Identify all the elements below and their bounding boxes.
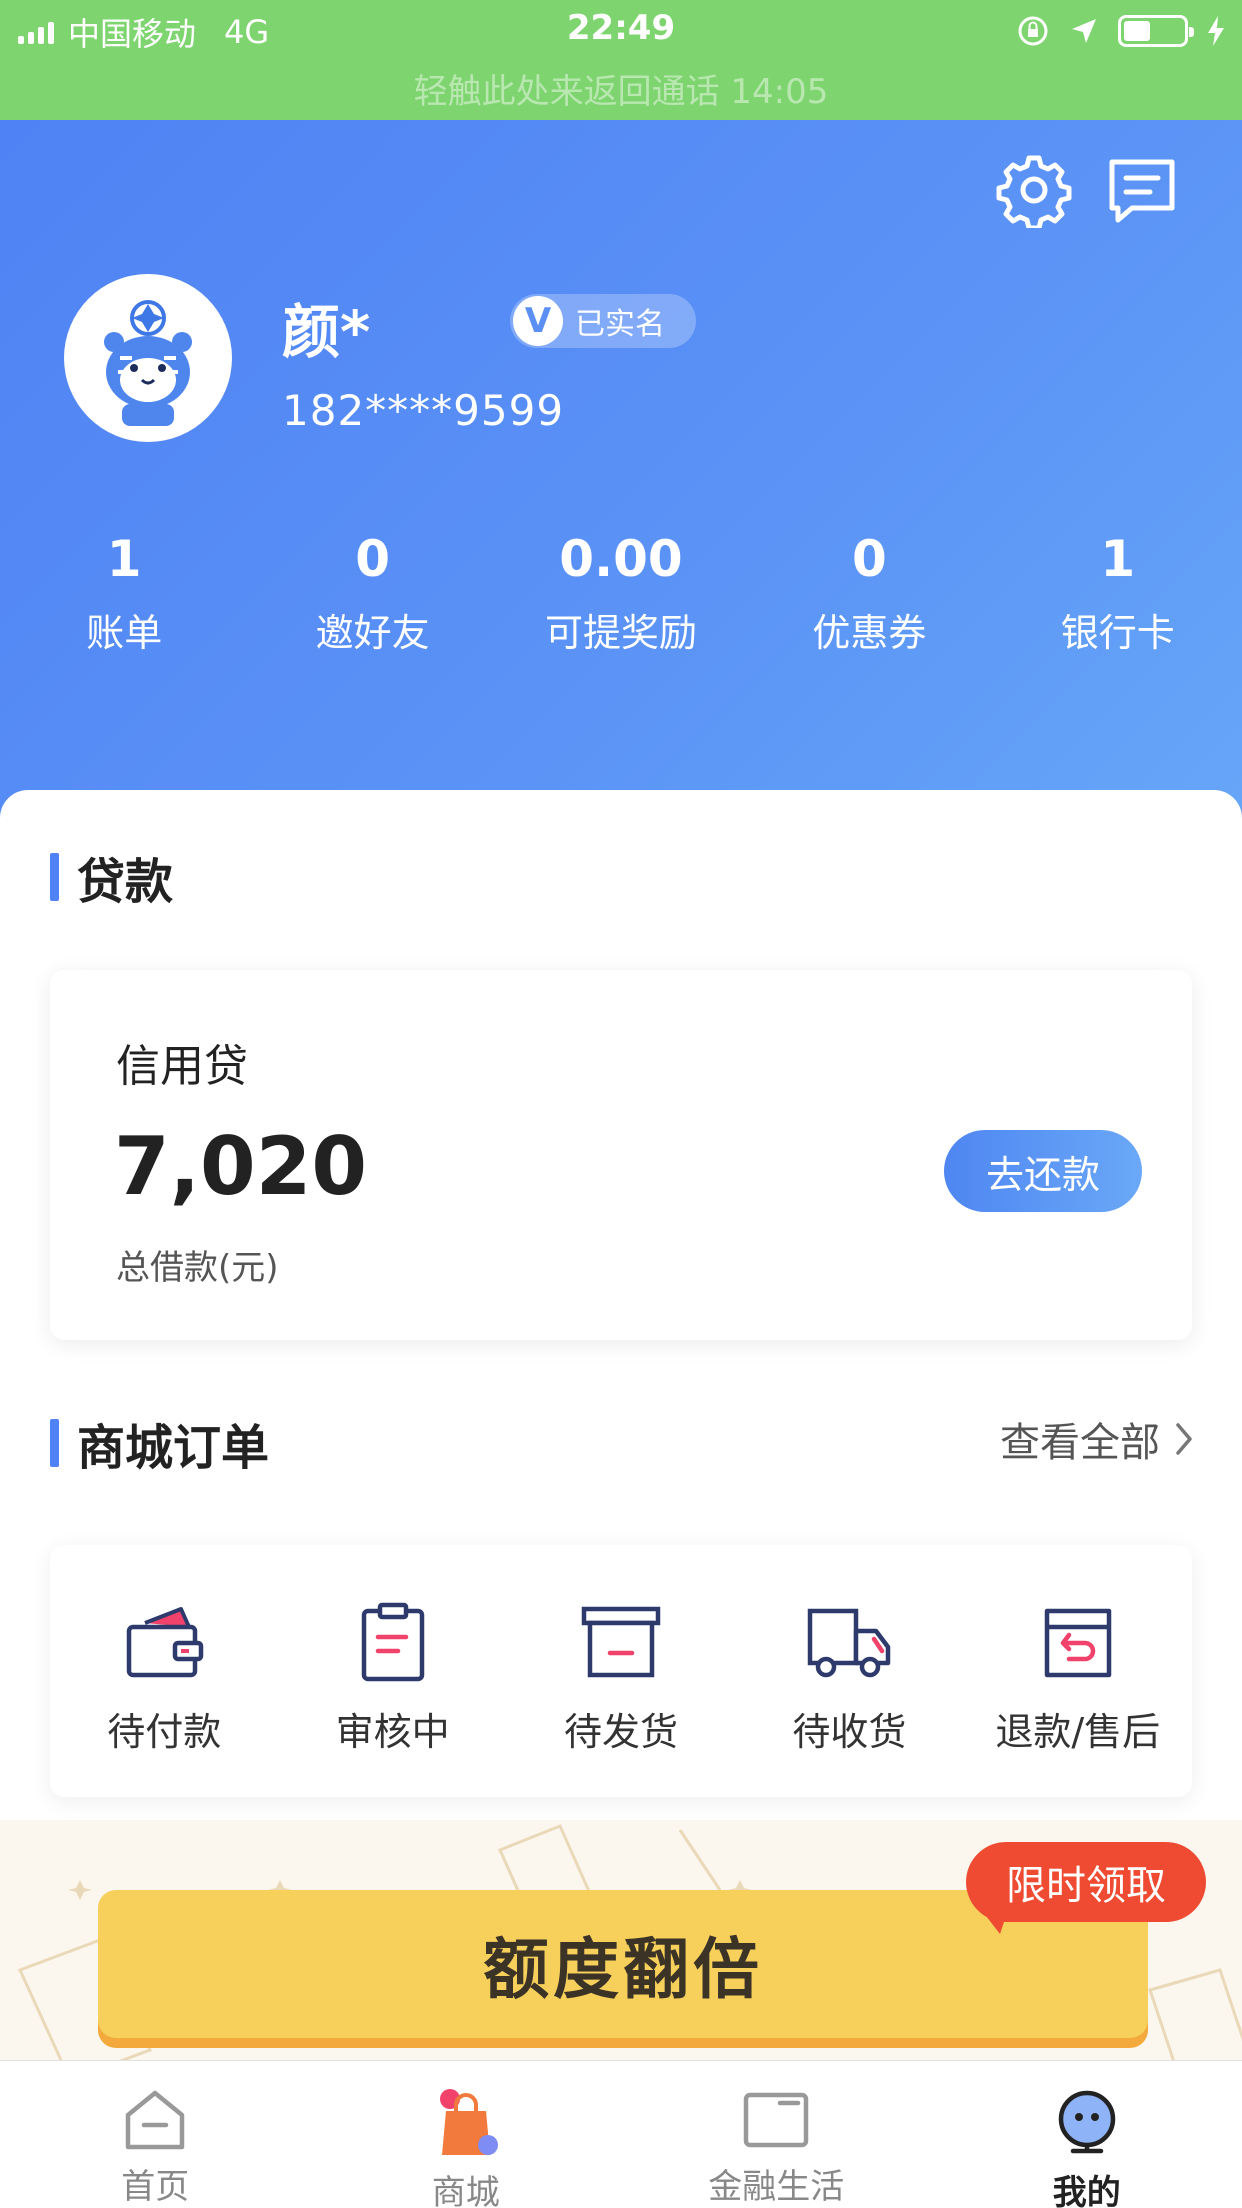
stat-label: 优惠券 (812, 611, 927, 655)
stat-label: 银行卡 (1060, 611, 1175, 655)
return-to-call-banner[interactable]: 轻触此处来返回通话 14:05 (0, 64, 1242, 113)
order-label: 待付款 (107, 1710, 222, 1754)
orders-section-label: 商城订单 (77, 1420, 270, 1476)
main-content: 贷款 信用贷 7,020 总借款(元) 去还款 商城订单 查看全部 待付款 审核… (0, 790, 1242, 2060)
stat-withdrawable-rewards[interactable]: 0.00 可提奖励 (497, 530, 745, 657)
message-icon[interactable] (1104, 152, 1180, 228)
stat-value: 0 (851, 530, 887, 588)
wallet-icon (126, 1607, 204, 1678)
settings-gear-icon[interactable] (996, 152, 1072, 228)
profile-header: 颜* V 已实名 182****9599 1 账单 0 邀好友 0.00 可提奖… (0, 120, 1242, 820)
stat-value: 1 (106, 530, 142, 588)
battery-icon (1118, 15, 1194, 47)
rotation-lock-icon (1018, 16, 1048, 46)
box-icon (581, 1606, 661, 1678)
stat-value: 0.00 (559, 530, 683, 588)
user-name: 颜* (282, 298, 371, 366)
stat-coupons[interactable]: 0 优惠券 (745, 530, 993, 657)
return-box-icon (1044, 1608, 1111, 1678)
repay-button[interactable]: 去还款 (944, 1130, 1142, 1212)
chevron-right-icon (1176, 1423, 1192, 1455)
status-right (1016, 10, 1226, 52)
tab-label: 我的 (1052, 2173, 1121, 2208)
credit-loan-card[interactable]: 信用贷 7,020 总借款(元) 去还款 (50, 970, 1192, 1340)
stat-value: 1 (1100, 530, 1136, 588)
location-icon (1072, 19, 1096, 43)
view-all-label: 查看全部 (1000, 1420, 1160, 1466)
order-pending-payment[interactable]: 待付款 (50, 1545, 278, 1797)
stat-bills[interactable]: 1 账单 (0, 530, 248, 657)
truck-icon (808, 1608, 891, 1678)
limited-time-tag: 限时领取 (966, 1842, 1206, 1934)
stat-label: 账单 (86, 611, 163, 655)
user-phone: 182****9599 (282, 386, 565, 435)
tab-home[interactable]: 首页 (0, 2061, 311, 2208)
mall-orders-card: 待付款 审核中 待发货 待收货 退款/售后 (50, 1545, 1192, 1797)
stat-bank-cards[interactable]: 1 银行卡 (994, 530, 1242, 657)
loan-section-title: 贷款 (50, 842, 173, 912)
order-label: 审核中 (335, 1710, 450, 1754)
bottom-tab-bar: 首页 商城 金融生活 我的 (0, 2060, 1242, 2208)
orders-section-title: 商城订单 (50, 1408, 269, 1478)
verified-label: 已实名 (575, 307, 665, 342)
order-label: 待发货 (563, 1710, 678, 1754)
tab-finance-life[interactable]: 金融生活 (621, 2061, 932, 2208)
stat-invite-friends[interactable]: 0 邀好友 (248, 530, 496, 657)
verified-v-icon: V (513, 296, 563, 346)
stat-label: 邀好友 (315, 611, 430, 655)
order-awaiting-shipment[interactable]: 待发货 (507, 1545, 735, 1797)
stats-row: 1 账单 0 邀好友 0.00 可提奖励 0 优惠券 1 银行卡 (0, 530, 1242, 657)
status-bar: 中国移动 4G 22:49 轻触此处来返回通话 14:05 (0, 0, 1242, 120)
tiger-mascot-icon (70, 280, 226, 436)
stat-value: 0 (355, 530, 390, 588)
promo-banner: 额度翻倍 限时领取 (0, 1820, 1242, 2060)
section-accent-bar (50, 853, 59, 901)
profile-icon (1058, 2090, 1115, 2154)
order-label: 待收货 (792, 1710, 907, 1754)
verified-badge[interactable]: V 已实名 (510, 294, 696, 348)
section-accent-bar (50, 1419, 59, 1467)
charging-icon (1208, 16, 1224, 46)
order-under-review[interactable]: 审核中 (278, 1545, 506, 1797)
tab-mine[interactable]: 我的 (932, 2061, 1242, 2208)
clipboard-icon (361, 1602, 424, 1682)
shopping-bag-icon (439, 2089, 498, 2155)
tab-label: 金融生活 (708, 2167, 845, 2207)
view-all-orders-link[interactable]: 查看全部 (1000, 1410, 1194, 1468)
loan-amount-caption: 总借款(元) (116, 1248, 279, 1288)
loan-amount: 7,020 (114, 1120, 368, 1213)
tab-mall[interactable]: 商城 (311, 2061, 622, 2208)
order-label: 退款/售后 (995, 1710, 1161, 1754)
loan-section-label: 贷款 (77, 854, 174, 910)
tab-label: 商城 (431, 2173, 500, 2208)
home-icon (126, 2090, 185, 2150)
tab-label: 首页 (121, 2167, 190, 2207)
order-awaiting-receipt[interactable]: 待收货 (735, 1545, 963, 1797)
card-icon (744, 2092, 809, 2148)
stat-label: 可提奖励 (544, 611, 697, 655)
loan-card-title: 信用贷 (116, 1041, 248, 1092)
order-refund-after-sales[interactable]: 退款/售后 (964, 1545, 1192, 1797)
avatar[interactable] (64, 274, 232, 442)
